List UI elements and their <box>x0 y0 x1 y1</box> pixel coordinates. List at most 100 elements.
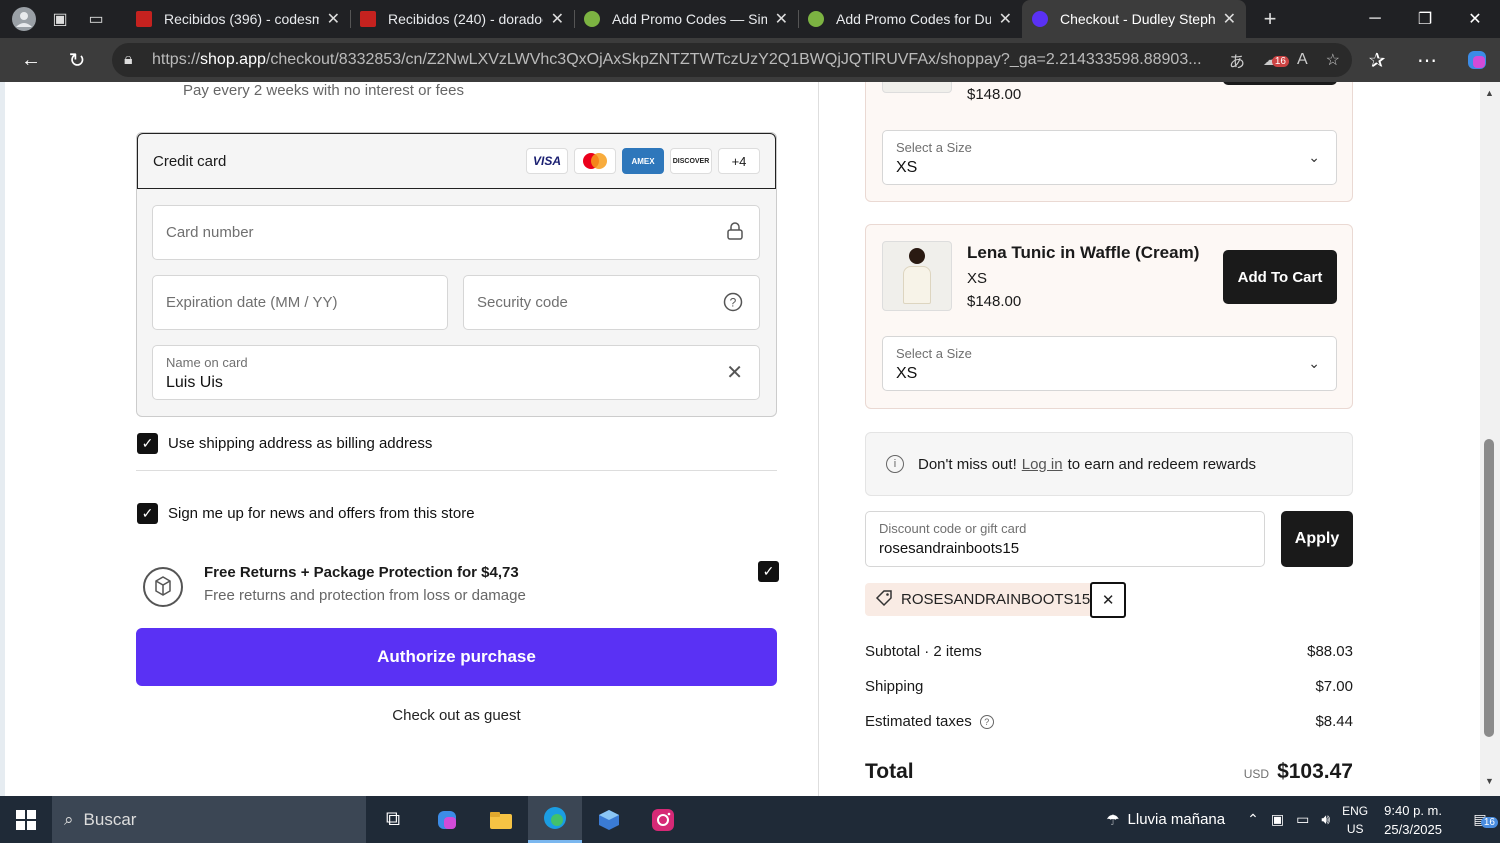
package-protection-icon <box>143 567 183 607</box>
tab-checkout[interactable]: Checkout - Dudley Stephen ✕ <box>1022 0 1246 38</box>
file-explorer-icon[interactable] <box>474 796 528 843</box>
expiration-field[interactable]: Expiration date (MM / YY) <box>152 275 448 330</box>
chevron-up-icon[interactable]: ⌃ <box>1247 811 1259 828</box>
taskbar-search[interactable]: ⌕ Buscar <box>52 796 366 843</box>
card-number-field[interactable]: Card number <box>152 205 760 260</box>
promo-site-icon <box>584 11 600 27</box>
subtotal-value: $88.03 <box>1307 643 1353 660</box>
minimize-icon[interactable]: ─ <box>1350 0 1400 38</box>
help-icon[interactable]: ? <box>723 292 743 317</box>
tab-promo-2[interactable]: Add Promo Codes for Dud ✕ <box>798 0 1022 38</box>
authorize-purchase-button[interactable]: Authorize purchase <box>136 628 777 686</box>
total-row: Total USD $103.47 <box>865 760 1353 784</box>
more-menu-icon[interactable]: ⋯ <box>1404 42 1450 78</box>
weather-widget[interactable]: ☂ Lluvia mañana <box>1106 811 1225 829</box>
scroll-down-icon[interactable]: ▼ <box>1485 776 1494 786</box>
name-on-card-label: Name on card <box>166 355 248 370</box>
size-select[interactable]: Select a Size XS ⌄ <box>882 130 1337 185</box>
tab-title: Recibidos (240) - doradocu <box>388 11 543 27</box>
billing-checkbox[interactable]: ✓ <box>137 433 158 454</box>
rewards-prefix: Don't miss out! <box>918 455 1017 473</box>
name-on-card-value: Luis Uis <box>166 374 223 391</box>
shipping-value: $7.00 <box>1315 678 1353 695</box>
copilot-icon[interactable] <box>1454 42 1500 78</box>
copilot-app-icon[interactable] <box>420 796 474 843</box>
close-tab-icon[interactable]: ✕ <box>1223 9 1236 29</box>
newsletter-checkbox[interactable]: ✓ <box>137 503 158 524</box>
size-select-value: XS <box>896 159 918 176</box>
system-tray: ☂ Lluvia mañana ⌃ ▣ ▭ 🔊︎ ENG US 9:40 p. … <box>1106 796 1500 843</box>
name-on-card-field[interactable]: Name on card Luis Uis ✕ <box>152 345 760 400</box>
instagram-app-icon[interactable] <box>636 796 690 843</box>
mastercard-icon <box>574 148 616 174</box>
product-image <box>882 241 952 311</box>
task-view-icon[interactable]: ⧉ <box>366 796 420 843</box>
tab-promo-1[interactable]: Add Promo Codes — Simp ✕ <box>574 0 798 38</box>
discount-field[interactable]: Discount code or gift card rosesandrainb… <box>865 511 1265 567</box>
total-label: Total <box>865 760 914 783</box>
edge-app-icon[interactable] <box>528 796 582 843</box>
new-tab-icon[interactable]: + <box>1252 4 1288 34</box>
security-code-placeholder: Security code <box>477 294 568 311</box>
language-indicator[interactable]: ENG US <box>1342 802 1368 838</box>
tab-gmail-2[interactable]: Recibidos (240) - doradocu ✕ <box>350 0 574 38</box>
tab-actions-icon[interactable]: ▭ <box>78 4 114 34</box>
profile-icon[interactable] <box>6 4 42 34</box>
card-number-placeholder: Card number <box>166 224 254 241</box>
security-code-field[interactable]: Security code ? <box>463 275 760 330</box>
workspaces-icon[interactable]: ▣ <box>42 4 78 34</box>
help-icon[interactable]: ? <box>979 715 994 730</box>
volume-icon[interactable]: 🔊︎ <box>1321 811 1330 828</box>
rain-umbrella-icon: ☂ <box>1106 811 1120 829</box>
product-image <box>882 82 952 93</box>
address-bar[interactable]: 🔒︎ https://shop.app/checkout/8332853/cn/… <box>112 43 1352 77</box>
close-window-icon[interactable]: ✕ <box>1450 0 1500 38</box>
read-aloud-icon[interactable]: A <box>1297 51 1308 69</box>
scrollbar-thumb[interactable] <box>1484 439 1494 737</box>
add-to-cart-button[interactable]: Add To Cart <box>1223 250 1337 304</box>
close-tab-icon[interactable]: ✕ <box>327 9 340 29</box>
close-tab-icon[interactable]: ✕ <box>551 9 564 29</box>
windows-taskbar: ⌕ Buscar ⧉ ☂ Lluvia mañana ⌃ ▣ ▭ 🔊︎ ENG … <box>0 796 1500 843</box>
applied-code: ROSESANDRAINBOOTS15 <box>901 591 1091 608</box>
reload-icon[interactable]: ↻ <box>54 42 100 78</box>
close-tab-icon[interactable]: ✕ <box>775 9 788 29</box>
size-select-label: Select a Size <box>896 140 972 155</box>
restore-icon[interactable]: ❐ <box>1400 0 1450 38</box>
chevron-down-icon: ⌄ <box>1308 355 1320 371</box>
remove-discount-icon[interactable]: ✕ <box>1090 581 1127 618</box>
protection-checkbox[interactable]: ✓ <box>758 561 779 582</box>
size-select[interactable]: Select a Size XS ⌄ <box>882 336 1337 391</box>
extension-icon[interactable]: ☁ 16 <box>1263 50 1289 70</box>
clear-icon[interactable]: ✕ <box>726 360 743 385</box>
tab-title: Add Promo Codes — Simp <box>612 11 767 27</box>
back-icon[interactable]: ← <box>8 42 54 78</box>
translate-icon[interactable]: あ <box>1229 48 1245 72</box>
meet-icon[interactable]: ▣ <box>1271 811 1284 828</box>
tab-gmail-1[interactable]: Recibidos (396) - codesmd ✕ <box>126 0 350 38</box>
chevron-down-icon: ⌄ <box>1308 149 1320 165</box>
network-icon[interactable]: ▭ <box>1296 811 1309 828</box>
guest-checkout-link[interactable]: Check out as guest <box>136 707 777 724</box>
windows-start-icon[interactable] <box>0 796 52 843</box>
clock[interactable]: 9:40 p. m. 25/3/2025 <box>1384 801 1442 839</box>
protection-subtitle: Free returns and protection from loss or… <box>204 587 526 604</box>
product-price: $148.00 <box>967 86 1022 103</box>
scroll-up-icon[interactable]: ▲ <box>1485 88 1494 98</box>
add-to-cart-button[interactable] <box>1223 82 1337 85</box>
credit-card-label: Credit card <box>153 152 227 170</box>
credit-card-option[interactable]: Credit card VISA AMEX DISCOVER +4 <box>137 133 776 189</box>
favorite-star-icon[interactable]: ☆ <box>1326 50 1340 70</box>
store-app-icon[interactable] <box>582 796 636 843</box>
upsell-card: Lena Tunic in Waffle (Cream) XS $148.00 … <box>865 224 1353 409</box>
lock-icon: 🔒︎ <box>124 51 133 68</box>
divider <box>136 470 777 471</box>
close-tab-icon[interactable]: ✕ <box>999 9 1012 29</box>
notifications-icon[interactable]: ▤ 16 <box>1460 811 1500 828</box>
page-scrollbar[interactable]: ▲ ▼ <box>1480 82 1500 796</box>
rewards-banner: i Don't miss out! Log in to earn and red… <box>865 432 1353 496</box>
login-link[interactable]: Log in <box>1022 456 1063 473</box>
apply-button[interactable]: Apply <box>1281 511 1353 567</box>
tab-title: Add Promo Codes for Dud <box>836 11 991 27</box>
favorites-icon[interactable]: ✰ <box>1354 42 1400 78</box>
